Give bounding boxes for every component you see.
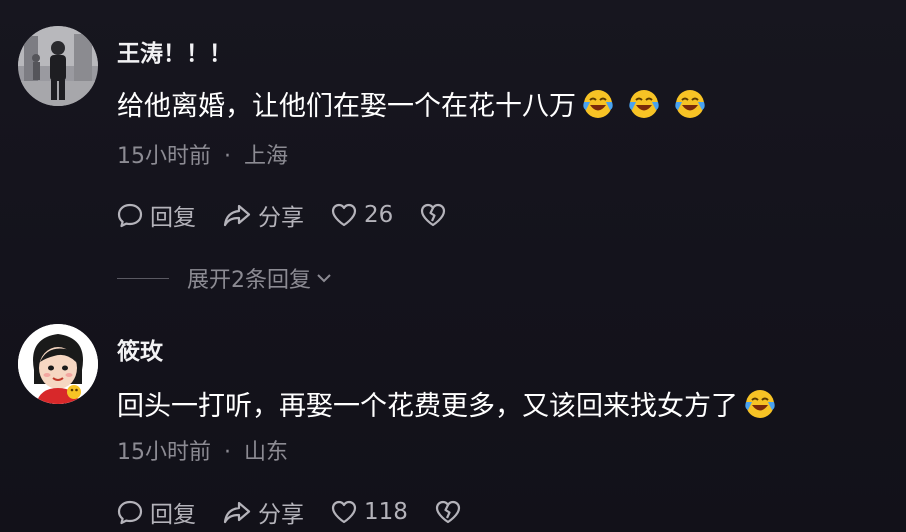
expand-replies-button[interactable]: 展开2条回复 — [117, 262, 333, 294]
heart-icon — [331, 500, 357, 524]
laughing-crying-emoji-icon — [583, 89, 613, 118]
share-label: 分享 — [258, 205, 304, 231]
comment-time: 15小时前 — [117, 144, 211, 169]
avatar-photo — [18, 26, 98, 106]
dislike-button[interactable] — [434, 498, 468, 526]
like-button[interactable]: 26 — [330, 201, 393, 229]
comment-location: 上海 — [244, 144, 289, 169]
comment-meta: 15小时前 · 上海 — [117, 138, 288, 170]
dislike-button[interactable] — [419, 201, 453, 229]
like-button[interactable]: 118 — [330, 498, 408, 526]
comment-text-content: 回头一打听，再娶一个花费更多，又该回来找女方了 — [117, 391, 738, 422]
comment-actions: 回复 分享 118 — [116, 495, 494, 529]
avatar[interactable] — [18, 324, 98, 404]
broken-heart-icon — [421, 203, 446, 227]
comment-text: 给他离婚，让他们在娶一个在花十八万 — [117, 84, 706, 123]
expand-replies-label: 展开2条回复 — [187, 268, 311, 293]
like-count: 118 — [364, 499, 408, 525]
share-arrow-icon — [223, 501, 251, 524]
chevron-down-icon — [317, 274, 331, 283]
share-button[interactable]: 分享 — [222, 198, 304, 232]
comment-location: 山东 — [244, 440, 289, 465]
partial-previous-row — [117, 0, 237, 4]
avatar[interactable] — [18, 26, 98, 106]
meta-separator: · — [224, 440, 231, 465]
reply-button[interactable]: 回复 — [116, 198, 196, 232]
comment-text-content: 给他离婚，让他们在娶一个在花十八万 — [117, 91, 576, 122]
comment-meta: 15小时前 · 山东 — [117, 434, 288, 466]
reply-button[interactable]: 回复 — [116, 495, 196, 529]
reply-label: 回复 — [150, 205, 196, 231]
username[interactable]: 筱玫 — [117, 332, 163, 366]
comment-time: 15小时前 — [117, 440, 211, 465]
share-label: 分享 — [258, 502, 304, 528]
laughing-crying-emoji-icon — [745, 389, 775, 418]
broken-heart-icon — [435, 500, 461, 524]
reply-bubble-icon — [117, 500, 143, 525]
reply-bubble-icon — [117, 203, 143, 228]
divider-line — [117, 277, 169, 279]
reply-label: 回复 — [150, 502, 196, 528]
share-button[interactable]: 分享 — [222, 495, 304, 529]
username[interactable]: 王涛！！！ — [117, 34, 232, 68]
laughing-crying-emoji-icon — [629, 89, 659, 118]
laughing-crying-emoji-icon — [675, 89, 705, 118]
share-arrow-icon — [223, 204, 251, 227]
avatar-cartoon — [18, 324, 98, 404]
comment-actions: 回复 分享 26 — [116, 198, 479, 232]
like-count: 26 — [364, 202, 394, 228]
meta-separator: · — [224, 144, 231, 169]
comment-text: 回头一打听，再娶一个花费更多，又该回来找女方了 — [117, 384, 776, 423]
heart-icon — [331, 203, 357, 227]
